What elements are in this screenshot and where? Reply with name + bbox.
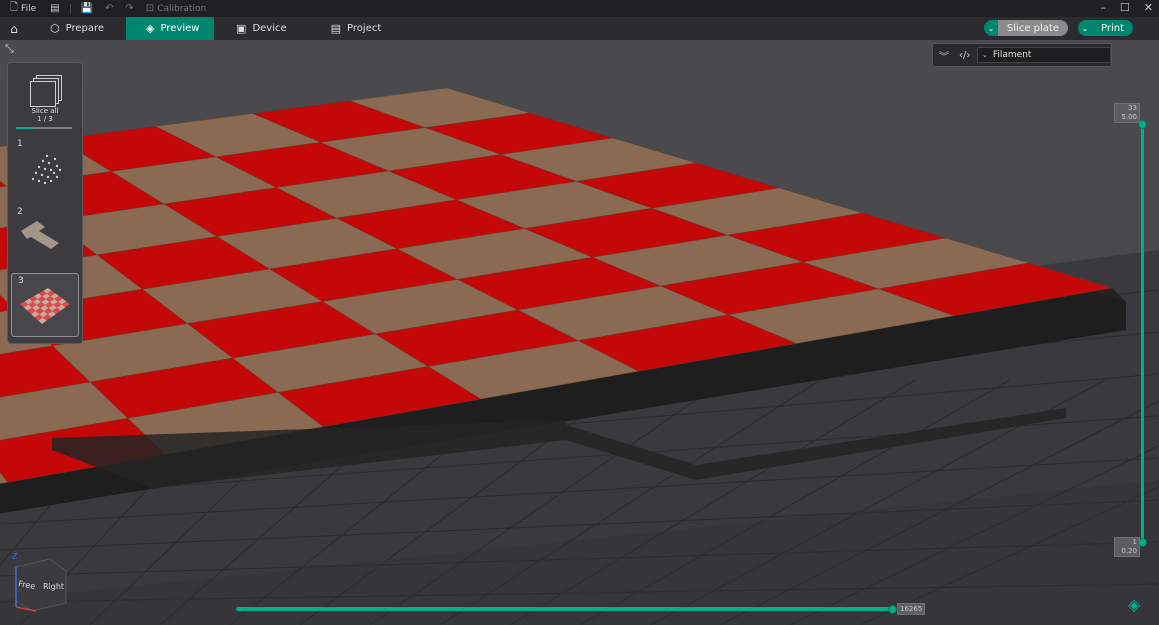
view-type-dropdown[interactable]: ⌄ Filament: [977, 47, 1111, 63]
file-menu-label: File: [21, 3, 37, 14]
plate-thumbnail-2[interactable]: 2: [11, 205, 77, 267]
layer-top-label: 33 5.00: [1114, 103, 1140, 123]
layers-icon[interactable]: ◈: [1128, 595, 1140, 614]
slice-progress-text: 1 / 3: [37, 115, 53, 123]
main-tab-bar: ⌂ ⬡ Prepare ◈ Preview ▣ Device ▤ Project…: [0, 17, 1159, 40]
plate-number: 3: [18, 276, 24, 286]
layer-slider-track[interactable]: [1141, 124, 1144, 544]
slice-progress-bar: [16, 127, 72, 129]
slice-progress-fill: [16, 127, 35, 129]
minimize-icon[interactable]: –: [1100, 1, 1106, 14]
tab-project[interactable]: ▤ Project: [309, 17, 404, 40]
plate-thumbnail-1[interactable]: 1: [11, 137, 77, 199]
tab-device[interactable]: ▣ Device: [214, 17, 309, 40]
top-actions: ⌄ Slice plate ⌄ Print: [983, 20, 1133, 36]
expand-icon[interactable]: ⤡: [5, 42, 14, 56]
tab-preview[interactable]: ◈ Preview: [126, 17, 215, 40]
view-cube-face-right: Right: [43, 582, 64, 591]
plate-number: 2: [17, 207, 23, 217]
file-icon: 🗋: [10, 2, 19, 13]
code-icon[interactable]: ‹/›: [959, 50, 973, 61]
scene-render: [0, 87, 1159, 625]
menu-icon[interactable]: ▤: [50, 3, 59, 14]
redo-icon[interactable]: ↷: [125, 3, 133, 14]
home-icon[interactable]: ⌂: [0, 17, 28, 40]
move-slider-value: 16265: [897, 603, 926, 615]
layer-bottom-label: 1 0.20: [1114, 537, 1140, 557]
device-icon: ▣: [236, 22, 247, 35]
move-slider-handle[interactable]: [888, 605, 897, 614]
maximize-icon[interactable]: ☐: [1120, 1, 1130, 14]
slice-all-label: Slice all: [31, 107, 59, 115]
plate-number: 1: [17, 139, 23, 149]
calibration-menu[interactable]: ⊡ Calibration: [146, 3, 206, 14]
tab-prepare-label: Prepare: [65, 23, 105, 34]
tab-preview-label: Preview: [160, 23, 200, 34]
top-layer-height: 5.00: [1121, 113, 1137, 121]
slice-all-button[interactable]: Slice all 1 / 3: [12, 69, 78, 131]
bottom-layer-number: 1: [1132, 538, 1137, 546]
close-icon[interactable]: ✕: [1144, 1, 1153, 14]
plate-thumbnail-3[interactable]: 3: [11, 273, 79, 337]
cube-icon: ⬡: [50, 22, 60, 35]
divider: [69, 3, 71, 14]
print-label: Print: [1091, 20, 1133, 36]
layers-icon: ◈: [146, 22, 155, 35]
project-icon: ▤: [330, 22, 342, 35]
save-icon[interactable]: 💾: [81, 3, 93, 14]
chevron-down-icon: ⌄: [982, 51, 988, 59]
undo-icon[interactable]: ↶: [105, 3, 113, 14]
plate-list: Slice all 1 / 3 1 2 3: [7, 62, 83, 344]
calibration-label: Calibration: [157, 3, 207, 14]
tab-prepare[interactable]: ⬡ Prepare: [28, 17, 126, 40]
file-menu[interactable]: 🗋 File: [10, 0, 36, 17]
bottom-layer-height: 0.20: [1121, 547, 1137, 555]
title-bar: 🗋 File ▤ 💾 ↶ ↷ ⊡ Calibration – ☐ ✕: [0, 0, 1159, 17]
chevron-down-icon[interactable]: ⌄: [983, 20, 998, 36]
move-slider-track[interactable]: [236, 607, 894, 611]
top-layer-number: 33: [1128, 104, 1137, 112]
slice-plate-button[interactable]: ⌄ Slice plate: [983, 20, 1068, 36]
print-button[interactable]: ⌄ Print: [1077, 20, 1133, 36]
view-cube[interactable]: Z Free Right: [10, 553, 70, 613]
calibration-icon: ⊡: [145, 3, 155, 14]
collapse-icon[interactable]: ︾: [939, 48, 953, 63]
chevron-down-icon[interactable]: ⌄: [1077, 20, 1092, 36]
view-type-value: Filament: [992, 50, 1032, 60]
view-type-bar: ︾ ‹/› ⌄ Filament: [932, 43, 1112, 67]
axis-z-label: Z: [12, 553, 18, 561]
tab-device-label: Device: [252, 23, 287, 34]
slice-plate-label: Slice plate: [997, 20, 1068, 36]
window-controls: – ☐ ✕: [1100, 1, 1153, 14]
tab-project-label: Project: [347, 23, 382, 34]
preview-viewport[interactable]: ⤡ Slice all 1 / 3 1 2 3 ︾ ‹/› ⌄ Filament…: [0, 40, 1159, 625]
stack-icon: [30, 75, 62, 107]
